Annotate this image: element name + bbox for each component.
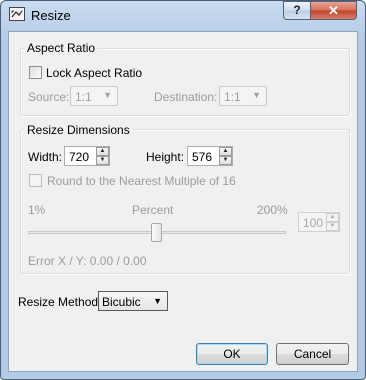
chevron-down-icon: ▼ — [252, 90, 261, 100]
source-value: 1:1 — [75, 90, 92, 104]
source-combobox[interactable]: 1:1 ▼ — [70, 86, 118, 106]
help-button[interactable]: ? — [283, 1, 311, 20]
chevron-down-icon: ▼ — [103, 90, 112, 100]
resize-app-icon — [9, 7, 25, 21]
window-title: Resize — [31, 8, 71, 23]
spin-down-icon[interactable]: ▼ — [326, 222, 339, 231]
destination-value: 1:1 — [224, 90, 241, 104]
percent-input[interactable]: 100 ▲ ▼ — [298, 212, 340, 232]
slider-mid-label: Percent — [132, 203, 174, 217]
help-icon: ? — [293, 3, 301, 17]
resize-method-value: Bicubic — [102, 295, 141, 309]
height-spinner: ▲ ▼ — [219, 147, 232, 165]
lock-aspect-ratio-checkbox[interactable] — [29, 66, 42, 79]
width-label: Width: — [28, 150, 63, 164]
width-spinner: ▲ ▼ — [96, 147, 109, 165]
slider-max-label: 200% — [257, 203, 288, 217]
aspect-ratio-group — [20, 48, 350, 116]
spin-down-icon[interactable]: ▼ — [96, 156, 109, 165]
close-button[interactable]: ✕ — [310, 1, 357, 20]
destination-label: Destination: — [154, 90, 218, 104]
destination-combobox[interactable]: 1:1 ▼ — [219, 86, 267, 106]
round-multiple-checkbox[interactable] — [29, 174, 42, 187]
resize-dimensions-group-title: Resize Dimensions — [24, 123, 133, 137]
aspect-ratio-group-title: Aspect Ratio — [24, 41, 99, 55]
lock-aspect-ratio-label: Lock Aspect Ratio — [46, 66, 143, 80]
close-icon: ✕ — [328, 3, 339, 18]
title-bar[interactable]: Resize ? ✕ — [1, 1, 365, 31]
width-value: 720 — [69, 150, 90, 164]
percent-value: 100 — [303, 216, 324, 230]
resize-method-label: Resize Method: — [18, 295, 102, 309]
spin-down-icon[interactable]: ▼ — [219, 156, 232, 165]
chevron-down-icon: ▼ — [153, 296, 162, 306]
spin-up-icon[interactable]: ▲ — [219, 147, 232, 156]
resize-method-select[interactable]: Bicubic ▼ — [98, 291, 168, 311]
spin-up-icon[interactable]: ▲ — [96, 147, 109, 156]
round-multiple-label: Round to the Nearest Multiple of 16 — [47, 174, 236, 188]
percent-slider-thumb[interactable] — [150, 223, 162, 242]
dialog-client-area: Aspect Ratio Lock Aspect Ratio Source: 1… — [8, 31, 358, 372]
height-label: Height: — [146, 150, 185, 164]
slider-min-label: 1% — [28, 203, 46, 217]
cancel-button[interactable]: Cancel — [276, 343, 349, 365]
height-input[interactable]: 576 ▲ ▼ — [187, 146, 233, 166]
source-label: Source: — [28, 90, 70, 104]
percent-spinner: ▲ ▼ — [326, 213, 339, 231]
spin-up-icon[interactable]: ▲ — [326, 213, 339, 222]
ok-button[interactable]: OK — [196, 343, 268, 365]
height-value: 576 — [192, 150, 213, 164]
error-readout: Error X / Y: 0.00 / 0.00 — [28, 254, 147, 268]
resize-dialog-window: Resize ? ✕ Aspect Ratio Lock Aspect Rati… — [0, 0, 366, 380]
width-input[interactable]: 720 ▲ ▼ — [64, 146, 110, 166]
